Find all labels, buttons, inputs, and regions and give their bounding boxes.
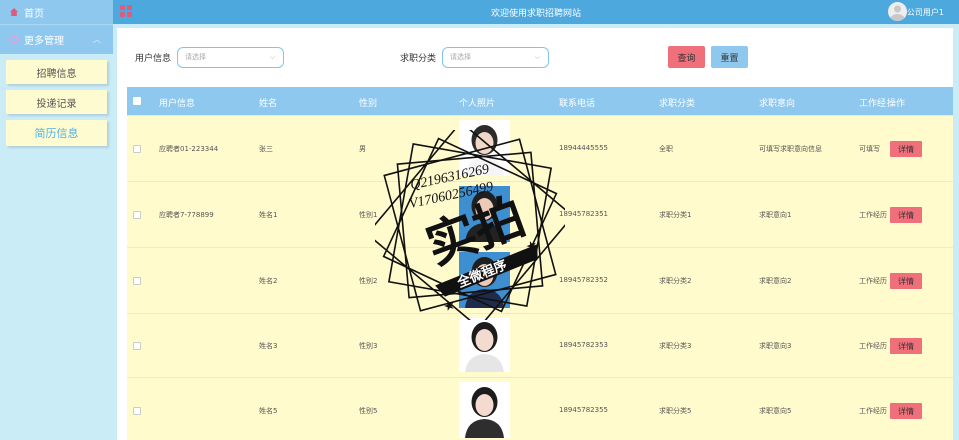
table-row: 应聘者7-778899 姓名1 性别1 18945782351 求职分类1 求职意向1 工作… [127,181,953,247]
table-row: 应聘者01-223344 张三 男 18944445555 全职 可填写求职意向信息 可填写… [127,115,953,181]
sidebar-submenu: 招聘信息 投递记录 简历信息 [0,54,113,146]
cell-category: 全职 [659,145,673,153]
cell-gender: 性别3 [359,342,378,350]
top-header: 欢迎使用求职招聘网站 公司用户1 [113,0,959,24]
username[interactable]: 公司用户1 [907,7,944,18]
cell-phone: 18945782352 [559,276,608,284]
user-avatar-icon [890,5,905,21]
cell-experience: 可填写 [859,145,880,153]
row-checkbox[interactable] [133,145,141,153]
cell-name: 张三 [259,145,273,153]
cell-gender: 男 [359,145,366,153]
sidebar-item-label: 投递记录 [36,98,77,110]
table-body: 应聘者01-223344 张三 男 18944445555 全职 可填写求职意向信息 可填写… [127,115,953,440]
cell-name: 姓名5 [259,407,278,415]
cell-intent: 求职意向1 [759,211,792,219]
user-info-label: 用户信息 [135,53,172,64]
cell-name: 姓名1 [259,211,278,219]
col-header: 求职意向 [759,99,796,109]
gear-icon [10,35,19,44]
table-row: 姓名5 性别5 18945782355 求职分类5 求职意向5 工作经历 详情 [127,377,953,440]
cell-phone: 18944445555 [559,144,608,152]
row-checkbox[interactable] [133,407,141,415]
select-all-checkbox[interactable] [133,97,141,105]
chevron-down-icon: ⌵ [534,52,541,61]
table-row: 姓名3 性别3 18945782353 求职分类3 求职意向3 工作经历 详情 [127,313,953,377]
cell-experience: 工作经历 [859,211,887,219]
sidebar-item-jobs[interactable]: 招聘信息 [6,60,107,84]
col-header: 工作经 [859,99,887,109]
col-header: 联系电话 [559,99,596,109]
cell-category: 求职分类1 [659,211,692,219]
cell-category: 求职分类2 [659,277,692,285]
cell-phone: 18945782355 [559,406,608,414]
cell-name: 姓名3 [259,342,278,350]
sidebar-item-home[interactable]: 首页 [0,0,113,24]
cell-intent: 求职意向2 [759,277,792,285]
avatar[interactable] [888,2,907,21]
category-filter: 求职分类 请选择 ⌵ [400,46,550,68]
category-label: 求职分类 [400,53,437,64]
cell-intent: 求职意向5 [759,407,792,415]
table-row: 姓名2 性别2 18945782352 求职分类2 求职意向2 工作经历 详情 [127,247,953,313]
sidebar-item-resumes[interactable]: 简历信息 [6,120,107,146]
cell-intent: 求职意向3 [759,342,792,350]
col-header: 个人照片 [459,99,496,109]
chevron-up-icon: ︿ [93,35,101,44]
col-header: 求职分类 [659,99,696,109]
col-header: 姓名 [259,99,278,109]
cell-category: 求职分类5 [659,407,692,415]
chevron-down-icon: ⌵ [269,52,276,61]
cell-experience: 工作经历 [859,342,887,350]
row-checkbox[interactable] [133,342,141,350]
cell-name: 姓名2 [259,277,278,285]
cell-gender: 性别2 [359,277,378,285]
table-header: 用户信息 姓名 性别 个人照片 联系电话 求职分类 求职意向 工作经 操作 [127,87,953,115]
cell-intent: 可填写求职意向信息 [759,145,822,153]
col-header: 操作 [887,99,906,109]
row-checkbox[interactable] [133,211,141,219]
profile-photo [459,382,510,438]
page-title: 欢迎使用求职招聘网站 [490,9,581,19]
col-header: 性别 [359,99,378,109]
profile-photo [459,120,510,176]
cell-user: 应聘者7-778899 [159,211,214,219]
sidebar-item-more[interactable]: 更多管理 ︿ [0,24,113,54]
sidebar-item-label: 简历信息 [34,127,79,140]
reset-button[interactable]: 重置 [711,46,748,68]
search-button[interactable]: 查询 [668,46,705,68]
data-table: 用户信息 姓名 性别 个人照片 联系电话 求职分类 求职意向 工作经 操作 应聘… [127,87,953,440]
category-placeholder: 请选择 [450,53,472,61]
row-checkbox[interactable] [133,277,141,285]
profile-photo [459,252,510,308]
profile-photo [459,318,510,372]
cell-gender: 性别1 [359,211,378,219]
col-header: 用户信息 [159,99,196,109]
category-select[interactable]: 请选择 ⌵ [442,46,550,68]
sidebar: 首页 更多管理 ︿ 招聘信息 投递记录 简历信息 [0,0,113,440]
cell-gender: 性别5 [359,407,378,415]
profile-photo [459,186,510,242]
cell-phone: 18945782351 [559,210,608,218]
user-info-select[interactable]: 请选择 ⌵ [177,46,285,68]
user-info-placeholder: 请选择 [185,53,207,61]
detail-button[interactable]: 详情 [890,207,922,223]
cell-user: 应聘者01-223344 [159,145,219,153]
main-content: 用户信息 请选择 ⌵ 求职分类 请选择 ⌵ 查询 重置 用户信息 姓名 性别 个… [117,28,953,440]
detail-button[interactable]: 详情 [890,273,922,289]
sidebar-item-applications[interactable]: 投递记录 [6,90,107,114]
detail-button[interactable]: 详情 [890,338,922,354]
sidebar-more-label: 更多管理 [24,36,64,47]
cell-category: 求职分类3 [659,342,692,350]
cell-experience: 工作经历 [859,277,887,285]
cell-experience: 工作经历 [859,407,887,415]
sidebar-home-label: 首页 [24,8,44,20]
home-icon [10,8,18,16]
sidebar-item-label: 招聘信息 [36,68,77,80]
cell-phone: 18945782353 [559,341,608,349]
user-info-filter: 用户信息 请选择 ⌵ [135,46,285,68]
detail-button[interactable]: 详情 [890,403,922,419]
detail-button[interactable]: 详情 [890,141,922,157]
